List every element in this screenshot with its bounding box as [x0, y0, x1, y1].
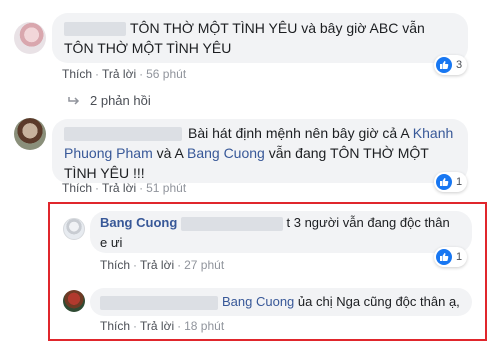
comment-actions: Thích · Trả lời · 18 phút — [100, 319, 225, 333]
mention-link[interactable]: Bang Cuong — [187, 145, 265, 161]
like-link[interactable]: Thích — [100, 319, 130, 333]
reaction-count[interactable]: 3 — [434, 55, 468, 75]
reply-bubble: Bang Cuong ủa chị Nga cũng độc thân ạ, — [90, 288, 472, 316]
redacted-name — [64, 127, 182, 142]
avatar[interactable] — [14, 118, 46, 150]
comment-bubble: TÔN THỜ MỘT TÌNH YÊU và bây giờ ABC vẫn … — [52, 13, 468, 63]
avatar[interactable] — [63, 290, 85, 312]
redacted-name — [64, 22, 126, 37]
timestamp[interactable]: 18 phút — [184, 319, 224, 333]
like-icon — [436, 57, 452, 73]
comment-actions: Thích · Trả lời · 27 phút — [100, 258, 225, 272]
like-icon — [436, 174, 452, 190]
reply-arrow-icon — [68, 96, 80, 105]
redacted-name — [180, 216, 283, 231]
reply-bubble: Bang Cuong t 3 người vẫn đang độc thân e… — [90, 211, 472, 253]
author-name[interactable]: Bang Cuong — [100, 215, 177, 230]
comment-bubble: Bài hát định mệnh nên bây giờ cả A Khanh… — [52, 119, 468, 183]
comment-actions: Thích · Trả lời · 51 phút — [62, 181, 187, 195]
like-link[interactable]: Thích — [62, 67, 92, 81]
timestamp[interactable]: 56 phút — [146, 67, 186, 81]
avatar[interactable] — [63, 218, 85, 240]
comment-actions: Thích · Trả lời · 56 phút — [62, 67, 187, 81]
view-replies-link[interactable]: 2 phản hồi — [68, 93, 151, 108]
like-link[interactable]: Thích — [62, 181, 92, 195]
redacted-name — [100, 295, 218, 310]
reply-link[interactable]: Trả lời — [140, 319, 174, 333]
reply-link[interactable]: Trả lời — [102, 181, 136, 195]
avatar[interactable] — [14, 22, 46, 54]
timestamp[interactable]: 27 phút — [184, 258, 224, 272]
like-icon — [436, 249, 452, 265]
mention-link[interactable]: Bang Cuong — [222, 294, 294, 309]
reply-link[interactable]: Trả lời — [140, 258, 174, 272]
reply-link[interactable]: Trả lời — [102, 67, 136, 81]
like-link[interactable]: Thích — [100, 258, 130, 272]
timestamp[interactable]: 51 phút — [146, 181, 186, 195]
reaction-count[interactable]: 1 — [434, 247, 468, 267]
reaction-count[interactable]: 1 — [434, 172, 468, 192]
